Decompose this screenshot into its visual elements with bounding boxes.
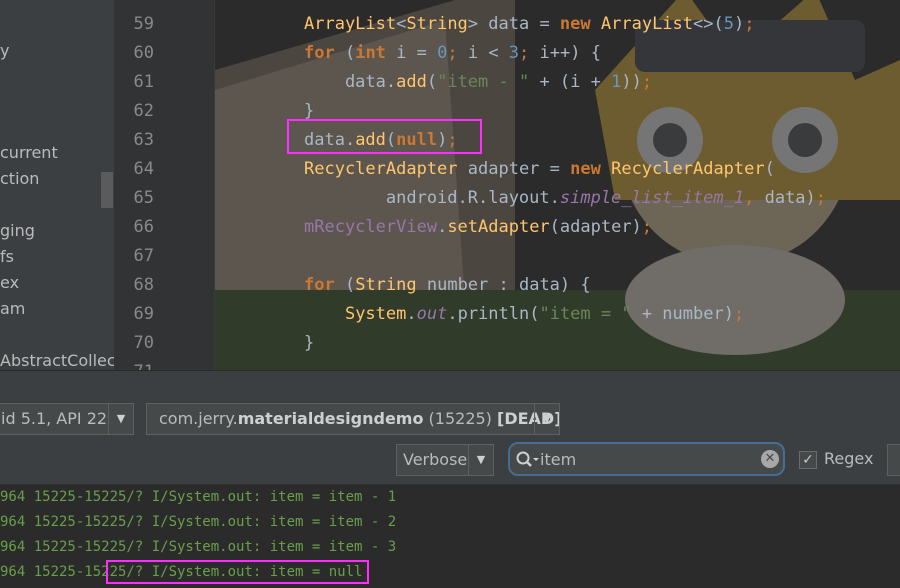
- code-line-66: mRecyclerView.setAdapter(adapter);: [304, 217, 653, 237]
- process-pid: (15225): [423, 409, 498, 428]
- project-tree-item[interactable]: ction: [0, 169, 39, 188]
- line-number: 62: [133, 101, 154, 121]
- log-line: 964 15225-15225/? I/System.out: item = i…: [0, 489, 397, 505]
- line-number: 67: [133, 246, 154, 266]
- project-tree-item[interactable]: AbstractCollection: [0, 351, 114, 370]
- panel-divider[interactable]: [0, 370, 900, 401]
- code-line-68: for (String number : data) {: [304, 275, 591, 295]
- log-line: 964 15225-15225/? I/System.out: item = i…: [0, 539, 397, 555]
- log-line: 964 15225-15225/? I/System.out: item = i…: [0, 514, 397, 530]
- search-value: item: [540, 450, 577, 469]
- regex-label: Regex: [824, 449, 874, 468]
- line-number: 70: [133, 333, 154, 353]
- process-selector[interactable]: com.jerry.materialdesigndemo (15225) [DE…: [146, 403, 560, 435]
- filter-config-button[interactable]: [887, 444, 900, 476]
- logcat-output[interactable]: 964 15225-15225/? I/System.out: item = i…: [0, 485, 900, 588]
- project-scrollbar-thumb[interactable]: [101, 172, 113, 208]
- process-package-name: materialdesigndemo: [237, 409, 424, 428]
- line-number: 66: [133, 217, 154, 237]
- line-number: 65: [133, 188, 154, 208]
- chevron-down-icon: ▼: [534, 404, 559, 434]
- project-tree-item[interactable]: am: [0, 299, 25, 318]
- chevron-down-icon: ▼: [468, 445, 493, 475]
- logcat-search-input[interactable]: item ✕: [508, 442, 785, 476]
- code-editor[interactable]: ArrayList<String> data = new ArrayList<>…: [215, 0, 900, 370]
- process-package-prefix: com.jerry.: [159, 409, 238, 428]
- search-icon[interactable]: [514, 449, 542, 471]
- log-level-label: Verbose: [403, 450, 468, 469]
- logcat-toolbar: id 5.1, API 22 ▼ com.jerry.materialdesig…: [0, 400, 900, 438]
- code-line-69: System.out.println("item = " + number);: [344, 304, 745, 324]
- line-number: 63: [133, 130, 154, 150]
- line-number: 59: [133, 14, 154, 34]
- project-tree-item[interactable]: ex: [0, 273, 19, 292]
- line-number: 68: [133, 275, 154, 295]
- project-tree-item[interactable]: current: [0, 143, 58, 162]
- code-line-61: data.add("item - " + (i + 1));: [304, 72, 653, 92]
- log-level-selector[interactable]: Verbose ▼: [396, 444, 494, 476]
- clear-circle-icon[interactable]: ✕: [761, 450, 779, 468]
- highlight-box-null-output: [106, 560, 369, 584]
- line-number: 61: [133, 72, 154, 92]
- line-number: 69: [133, 304, 154, 324]
- line-number: 71: [114, 362, 154, 370]
- project-tree-item[interactable]: fs: [0, 247, 14, 266]
- line-number: 60: [133, 43, 154, 63]
- process-label: com.jerry.materialdesigndemo (15225) [DE…: [159, 404, 559, 434]
- ide-top-region: y current ction ging fs ex am AbstractCo…: [0, 0, 900, 370]
- project-tree-item[interactable]: y: [0, 41, 9, 60]
- device-label: id 5.1, API 22: [1, 409, 108, 428]
- device-selector[interactable]: id 5.1, API 22 ▼: [0, 403, 134, 435]
- code-line-70: }: [304, 333, 315, 353]
- code-line-64: RecyclerAdapter adapter = new RecyclerAd…: [304, 159, 775, 179]
- project-tree-item[interactable]: ging: [0, 221, 35, 240]
- line-number-gutter: 59 60 61 62 63 64 65 66 67 68 69 70 71: [114, 0, 214, 370]
- project-tree-panel: y current ction ging fs ex am AbstractCo…: [0, 0, 114, 370]
- regex-checkbox[interactable]: ✓: [799, 451, 817, 469]
- highlight-box-null-add: [287, 119, 482, 154]
- code-line-65: android.R.layout.simple_list_item_1, dat…: [304, 188, 827, 208]
- code-line-62: }: [304, 101, 315, 121]
- code-line-60: for (int i = 0; i < 3; i++) {: [304, 43, 601, 63]
- chevron-down-icon: ▼: [108, 404, 133, 434]
- line-number: 64: [133, 159, 154, 179]
- code-line-59: ArrayList<String> data = new ArrayList<>…: [304, 14, 755, 34]
